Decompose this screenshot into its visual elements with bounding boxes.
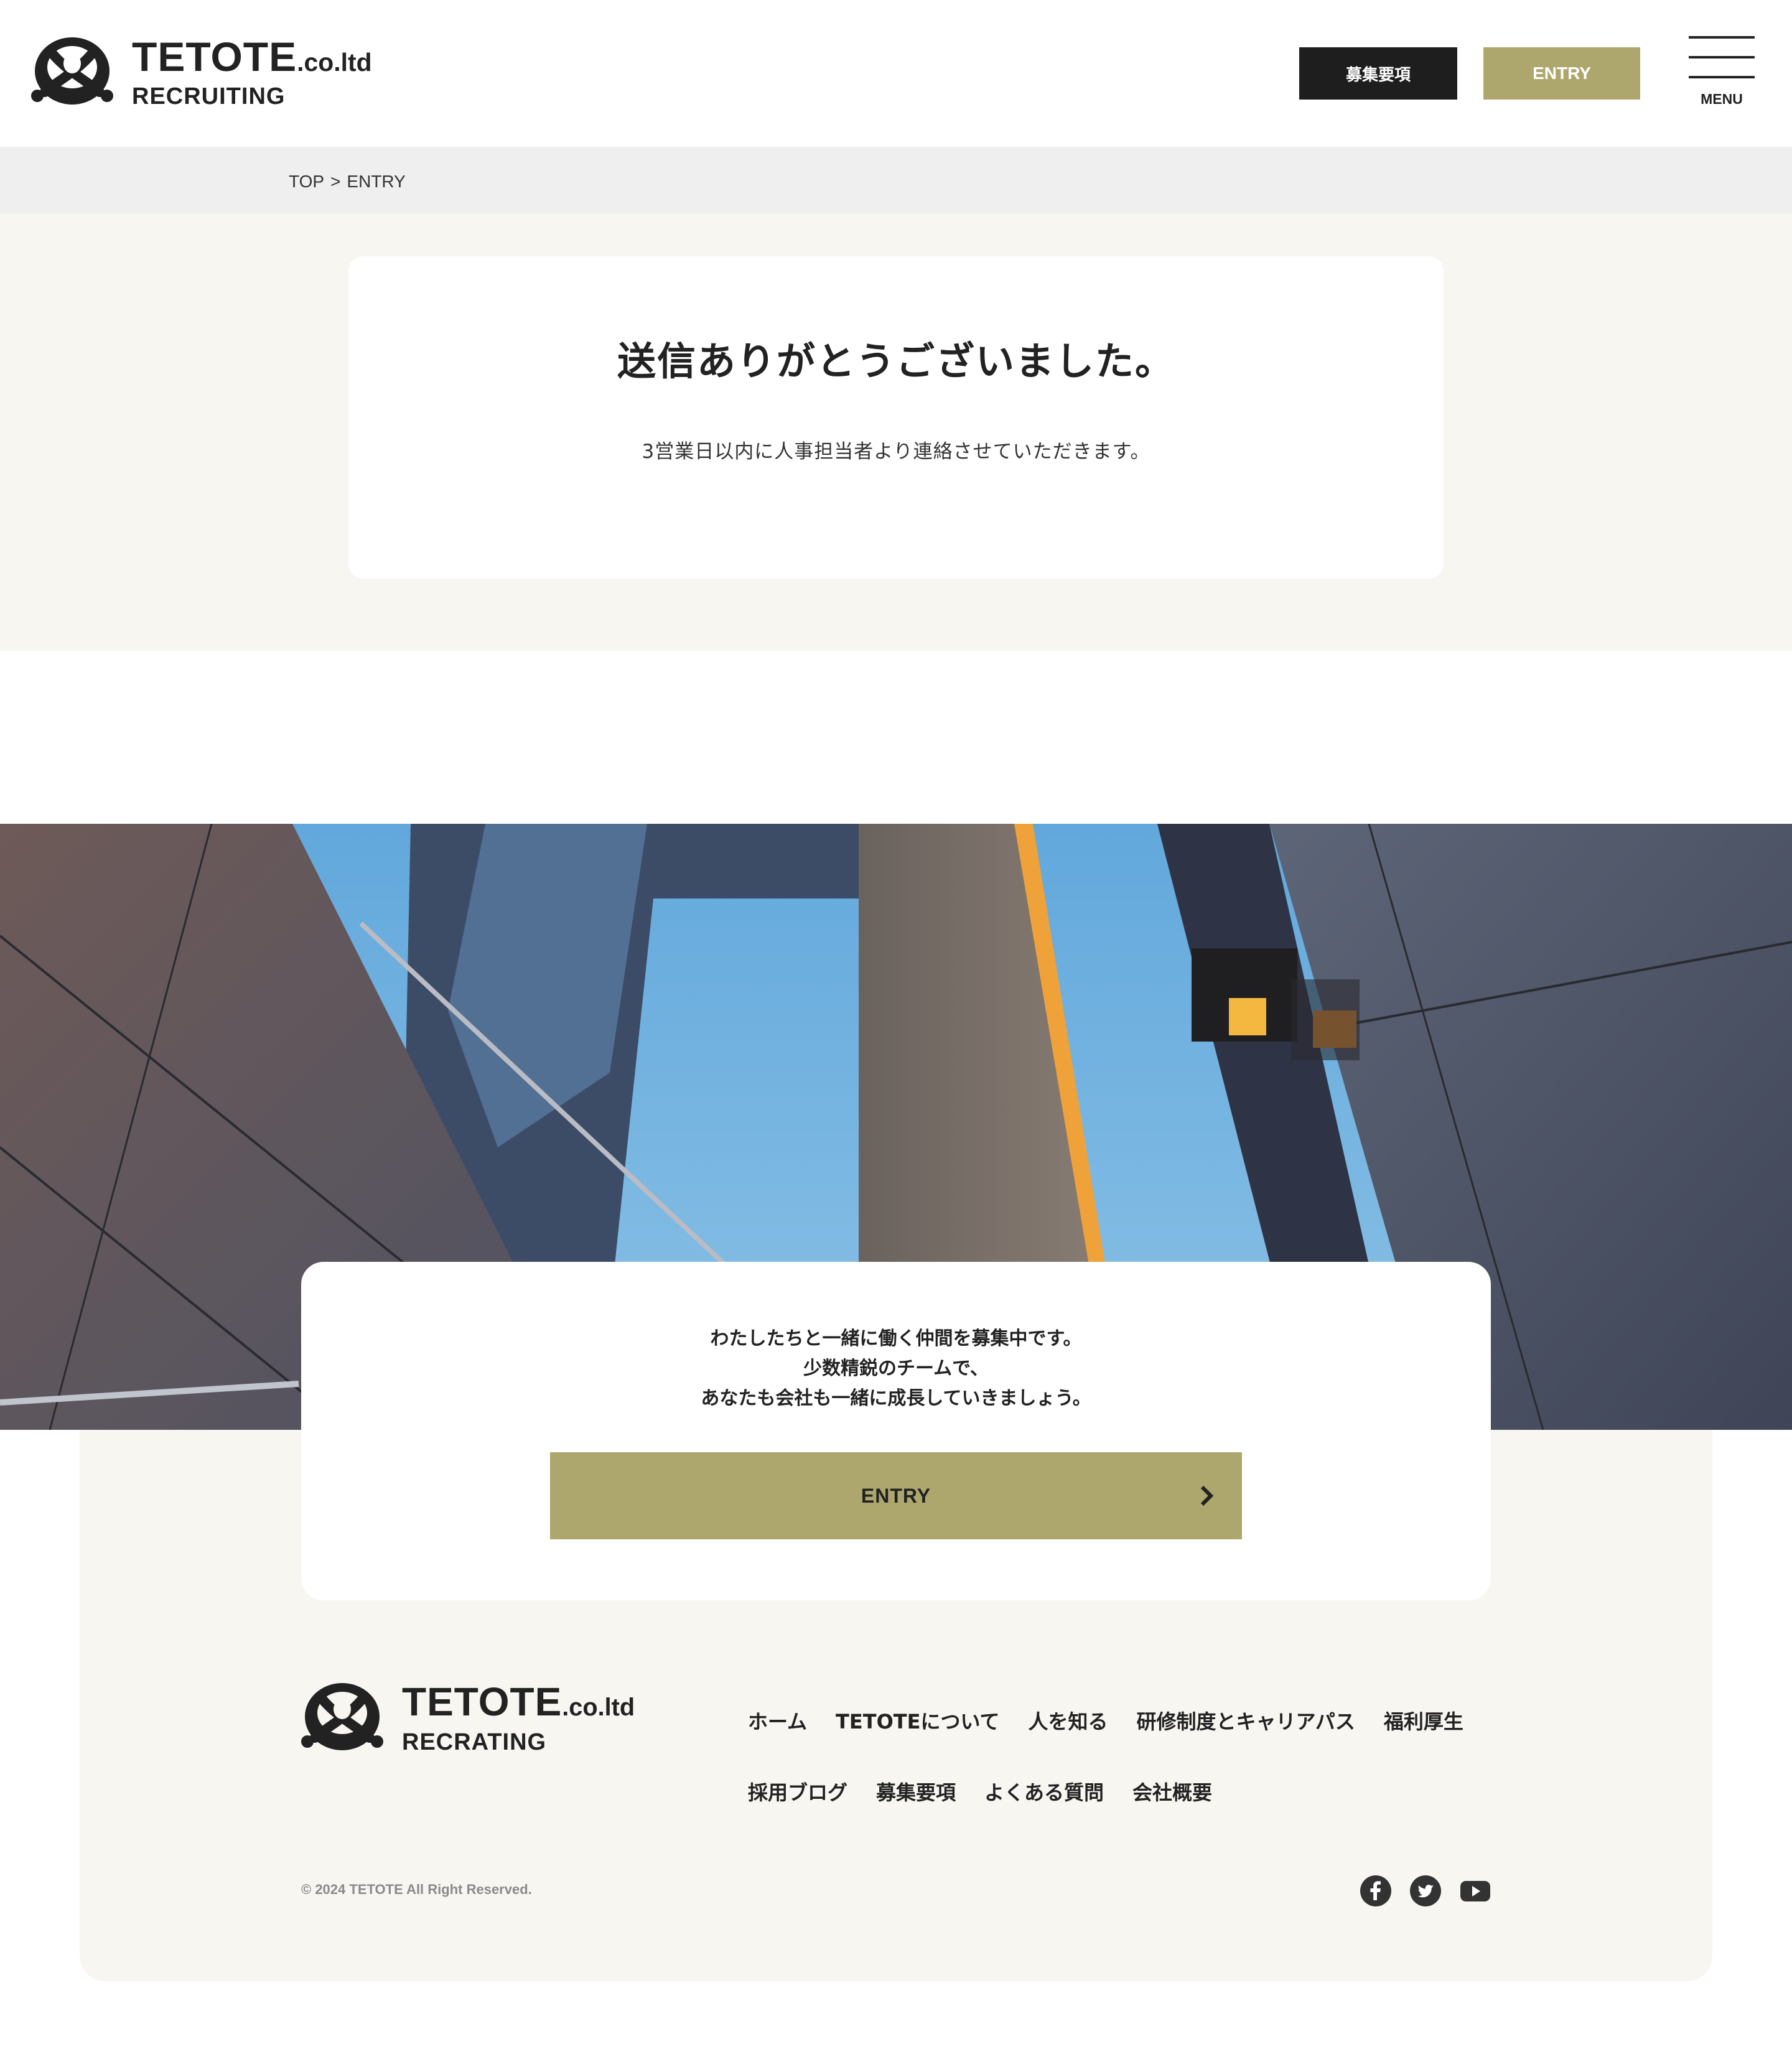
menu-button[interactable]: MENU [1689,36,1755,111]
copyright: © 2024 TETOTE All Right Reserved. [301,1882,532,1897]
youtube-icon[interactable] [1460,1875,1491,1906]
footer-link-training[interactable]: 研修制度とキャリアパス [1137,1706,1355,1735]
cta-card: わたしたちと一緒に働く仲間を募集中です。 少数精鋭のチームで、 あなたも会社も一… [301,1262,1491,1600]
breadcrumb-current: ENTRY [347,172,406,191]
footer-logo-name: TETOTE.co.ltd [402,1679,635,1724]
hamburger-icon [1689,36,1755,39]
footer-link-benefits[interactable]: 福利厚生 [1384,1706,1463,1735]
footer-link-home[interactable]: ホーム [748,1706,807,1735]
logo-name: TETOTE.co.ltd [132,34,372,80]
cta-entry-button[interactable]: ENTRY [550,1452,1242,1539]
tetote-logo-icon [31,37,113,105]
logo-subtitle: RECRUITING [132,83,286,110]
breadcrumb: TOP > ENTRY [0,147,1792,214]
breadcrumb-separator: > [330,172,341,191]
thanks-message: 3営業日以内に人事担当者より連絡させていただきます。 [642,441,1150,463]
site-header: TETOTE.co.ltd RECRUITING 募集要項 ENTRY MENU [0,0,1792,147]
breadcrumb-home-link[interactable]: TOP [289,172,324,192]
thanks-title: 送信ありがとうございました。 [617,338,1175,384]
footer-nav-row-2: 採用ブログ 募集要項 よくある質問 会社概要 [748,1777,1212,1806]
thanks-card: 送信ありがとうございました。 3営業日以内に人事担当者より連絡させていただきます… [348,256,1444,579]
footer-nav-row-1: ホーム TETOTEについて 人を知る 研修制度とキャリアパス 福利厚生 [748,1706,1463,1735]
thanks-section: 送信ありがとうございました。 3営業日以内に人事担当者より連絡させていただきます… [0,214,1792,651]
footer-logo-subtitle: RECRATING [402,1729,547,1755]
footer-link-people[interactable]: 人を知る [1029,1706,1108,1735]
chevron-right-icon [1200,1485,1214,1506]
footer-link-blog[interactable]: 採用ブログ [748,1777,847,1806]
twitter-icon[interactable] [1410,1875,1441,1906]
footer-link-faq[interactable]: よくある質問 [984,1777,1104,1806]
facebook-icon[interactable] [1360,1875,1391,1906]
header-logo[interactable]: TETOTE.co.ltd RECRUITING [31,35,372,110]
footer-logo[interactable]: TETOTE.co.ltd RECRATING [301,1679,635,1757]
header-entry-button[interactable]: ENTRY [1483,47,1640,100]
footer-link-company[interactable]: 会社概要 [1132,1777,1212,1806]
tetote-logo-icon [301,1683,383,1750]
cta-message: わたしたちと一緒に働く仲間を募集中です。 少数精鋭のチームで、 あなたも会社も一… [701,1328,1091,1409]
recruitment-info-button[interactable]: 募集要項 [1299,47,1457,100]
footer-link-recruitment[interactable]: 募集要項 [876,1777,956,1806]
footer-link-about[interactable]: TETOTEについて [836,1706,999,1735]
menu-label: MENU [1701,91,1743,107]
